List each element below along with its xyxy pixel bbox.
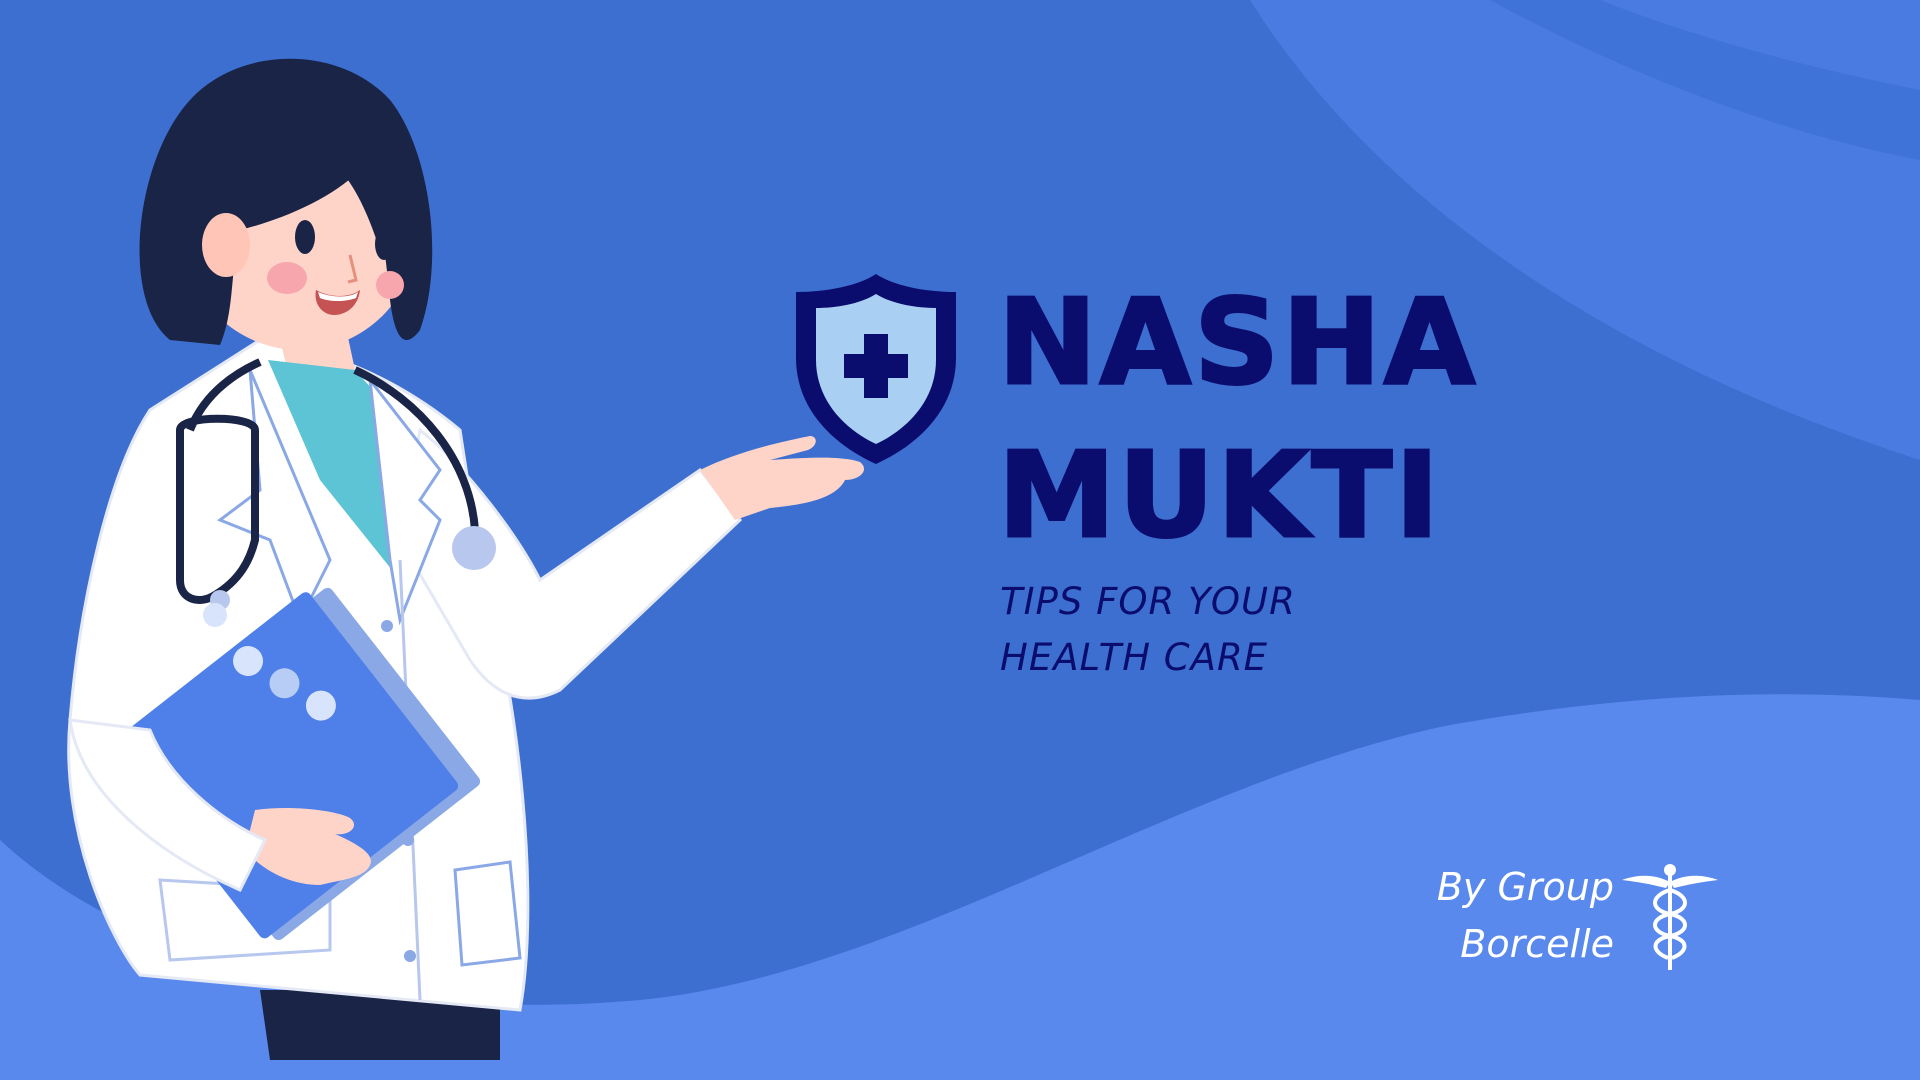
- doctor-ear: [202, 213, 250, 277]
- subtitle-line-2: HEALTH CARE: [1000, 636, 1269, 679]
- caduceus-right-wing: [1670, 875, 1718, 888]
- doctor-right-eye: [375, 228, 393, 260]
- coat-button: [381, 620, 393, 632]
- doctor-cheek: [376, 271, 404, 299]
- caduceus-left-wing: [1622, 875, 1670, 888]
- stethoscope-chestpiece: [452, 526, 496, 570]
- coat-pocket: [453, 860, 522, 967]
- caduceus-icon: [1622, 864, 1718, 970]
- doctor-left-eye: [295, 220, 315, 254]
- caduceus-top: [1664, 864, 1676, 876]
- byline-line-1: By Group: [1436, 865, 1614, 909]
- byline-line-2: Borcelle: [1460, 922, 1614, 966]
- title-line-2: MUKTI: [996, 426, 1443, 564]
- shield-plus-icon: [796, 274, 956, 464]
- stethoscope-tip-2: [203, 603, 227, 627]
- subtitle-line-1: TIPS FOR YOUR: [1000, 580, 1296, 623]
- coat-button: [404, 950, 416, 962]
- doctor-cheek: [267, 262, 307, 294]
- slide: NASHA MUKTI TIPS FOR YOUR HEALTH CARE By…: [0, 0, 1920, 1080]
- title-line-1: NASHA: [996, 273, 1479, 411]
